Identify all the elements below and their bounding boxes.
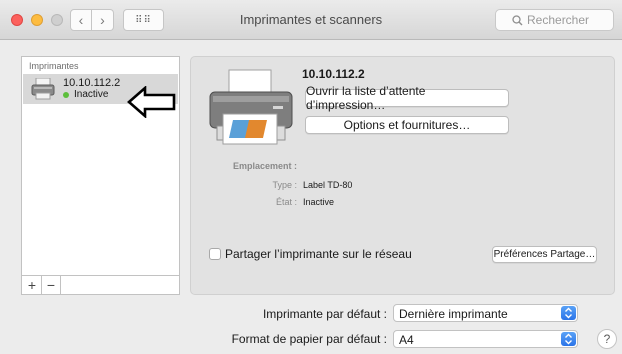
remove-printer-button[interactable]: − [42,276,61,294]
printer-list-header: Imprimantes [29,61,79,71]
status-dot-icon [63,92,69,98]
printer-icon [31,78,55,100]
minimize-window-button[interactable] [31,14,43,26]
grid-icon: ⠿⠿ [135,14,152,26]
default-printer-value: Dernière imprimante [399,307,508,321]
printer-title: 10.10.112.2 [302,67,365,81]
chevron-right-icon: › [100,12,105,28]
default-paper-value: A4 [399,333,414,347]
printer-list-item[interactable]: 10.10.112.2 Inactive [23,74,178,118]
show-all-preferences-button[interactable]: ⠿⠿ [123,9,164,31]
share-printer-checkbox[interactable] [209,248,221,260]
updown-chevron-icon [561,306,576,320]
back-button[interactable]: ‹ [70,9,92,31]
type-label: Type : [272,180,297,190]
default-paper-label: Format de papier par défaut : [231,332,387,346]
arrow-left-icon [127,86,176,118]
sharing-preferences-button[interactable]: Préférences Partage… [492,246,597,263]
printer-list-item-name: 10.10.112.2 [63,77,121,89]
printer-list: Imprimantes 10.10.112.2 Inactive [21,56,180,295]
printer-large-icon [209,69,293,145]
default-printer-select[interactable]: Dernière imprimante [393,304,578,322]
window-title: Imprimantes et scanners [239,12,383,27]
type-value: Label TD-80 [303,180,353,190]
zoom-window-button[interactable] [51,14,63,26]
printers-window: ‹ › ⠿⠿ Imprimantes et scanners Imprimant… [0,0,622,354]
search-input[interactable] [527,13,597,27]
help-button[interactable]: ? [597,329,617,349]
forward-button[interactable]: › [92,9,114,31]
title-bar: ‹ › ⠿⠿ Imprimantes et scanners [0,0,622,40]
search-field[interactable] [495,9,614,31]
share-printer-label[interactable]: Partager l’imprimante sur le réseau [225,247,412,261]
printer-list-item-status: Inactive [74,89,109,100]
add-printer-button[interactable]: + [23,276,42,294]
options-supplies-button[interactable]: Options et fournitures… [305,116,509,134]
default-paper-select[interactable]: A4 [393,330,578,348]
location-label: Emplacement : [232,161,297,171]
chevron-left-icon: ‹ [78,12,84,28]
open-print-queue-button[interactable]: Ouvrir la liste d’attente d’impression… [305,84,509,112]
updown-chevron-icon [561,332,576,346]
search-icon [512,14,523,25]
state-value: Inactive [303,197,335,207]
default-printer-label: Imprimante par défaut : [262,307,387,321]
state-label: État : [275,197,297,207]
close-window-button[interactable] [11,14,23,26]
